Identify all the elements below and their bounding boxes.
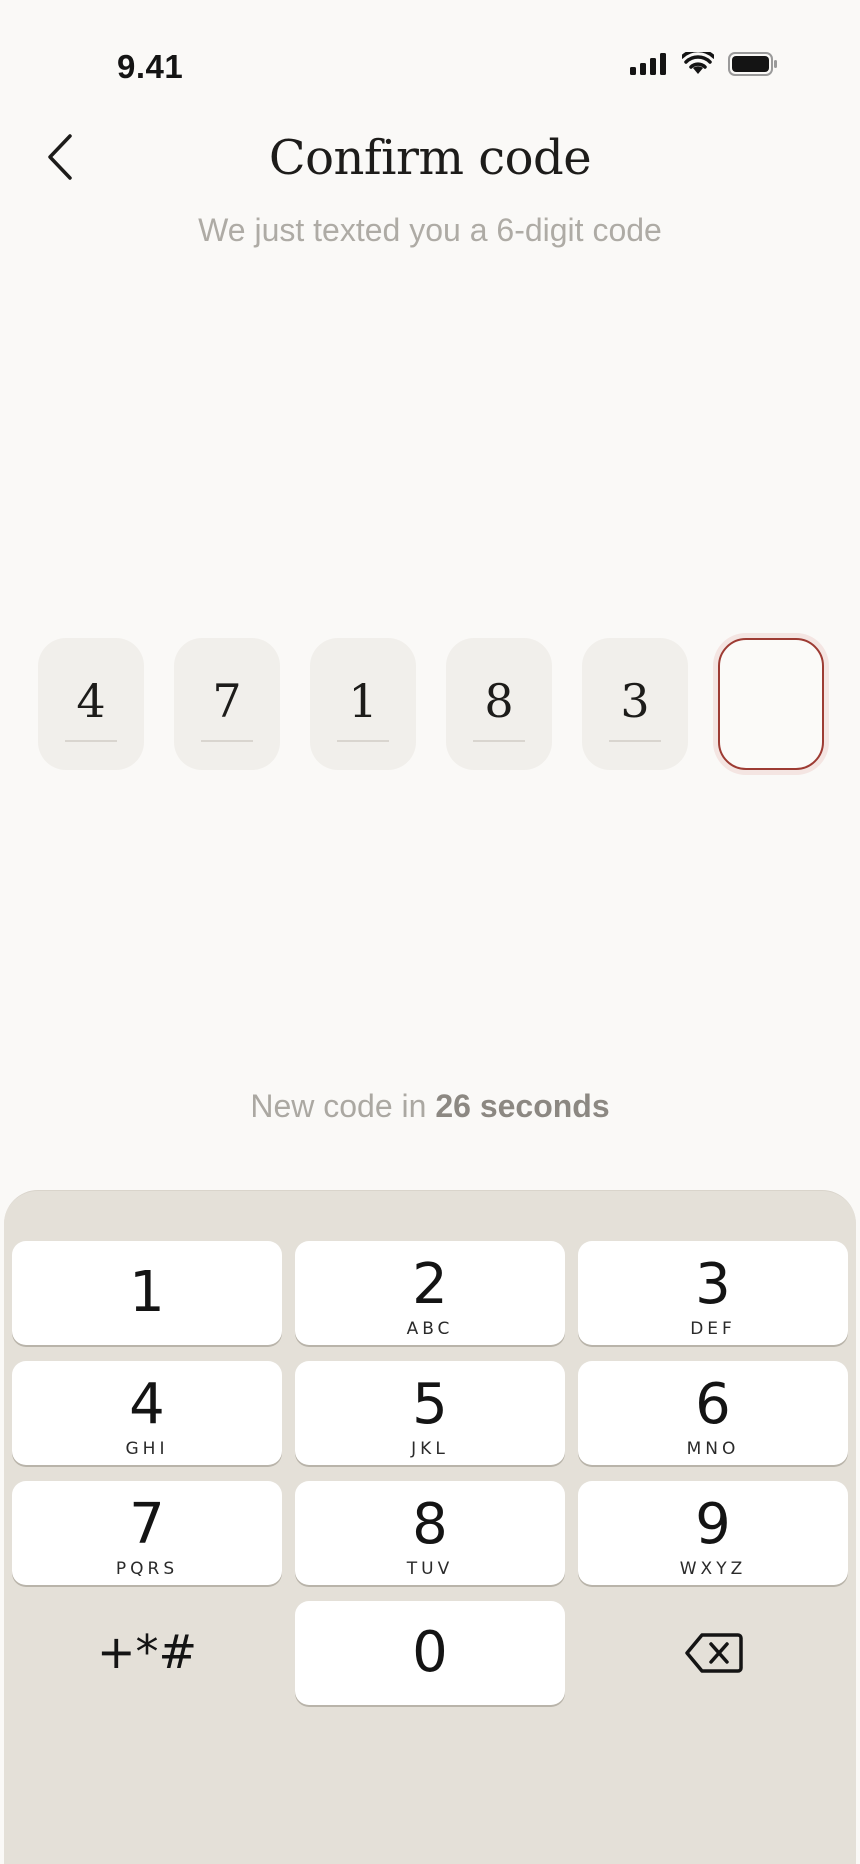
key-number: 2 [412,1252,448,1317]
key-letters: DEF [690,1319,736,1339]
key-7[interactable]: 7 PQRS [12,1481,282,1585]
key-letters: MNO [686,1439,740,1459]
code-digit: 4 [76,674,106,728]
resend-seconds: 26 seconds [435,1088,610,1124]
page-subtitle: We just texted you a 6-digit code [198,212,662,248]
wifi-icon [682,52,714,74]
status-icons [630,52,778,76]
key-number: 4 [129,1372,165,1437]
code-digit: 1 [348,674,378,728]
digit-underline [337,740,389,742]
key-1[interactable]: 1 [12,1241,282,1345]
key-number: 8 [412,1492,448,1557]
key-4[interactable]: 4 GHI [12,1361,282,1465]
key-number: 5 [412,1372,448,1437]
digit-underline [201,740,253,742]
code-digit-box-5[interactable]: 3 [582,638,688,770]
backspace-button[interactable] [578,1601,848,1705]
key-letters: WXYZ [679,1559,747,1579]
key-number: 3 [695,1252,731,1317]
code-digit-box-2[interactable]: 7 [174,638,280,770]
key-letters: TUV [406,1559,454,1579]
cellular-signal-icon [630,53,666,75]
key-letters: GHI [125,1439,169,1459]
code-input-row[interactable]: 4 7 1 8 3 [38,638,824,770]
resend-countdown: New code in 26 seconds [0,1088,860,1125]
numeric-keypad: 1 2 ABC 3 DEF 4 GHI 5 JKL 6 MNO 7 PQRS 8… [4,1190,856,1864]
key-2[interactable]: 2 ABC [295,1241,565,1345]
code-digit: 7 [212,674,242,728]
code-digit: 3 [620,674,650,728]
status-time: 9.41 [117,48,184,85]
digit-underline [609,740,661,742]
code-digit: 8 [484,674,514,728]
key-6[interactable]: 6 MNO [578,1361,848,1465]
key-number: 6 [695,1372,731,1437]
key-number: 9 [695,1492,731,1557]
key-0[interactable]: 0 [295,1601,565,1705]
backspace-icon [685,1633,743,1673]
key-8[interactable]: 8 TUV [295,1481,565,1585]
battery-icon [728,52,777,76]
symbols-label: +*# [96,1625,198,1679]
code-digit-box-6-active[interactable] [718,638,824,770]
resend-prefix: New code in [250,1088,436,1124]
key-number: 1 [129,1260,165,1325]
code-digit-box-1[interactable]: 4 [38,638,144,770]
key-5[interactable]: 5 JKL [295,1361,565,1465]
confirm-code-screen: 9.41 Confirm code We just texted you a 6… [0,0,860,1864]
key-symbols[interactable]: +*# [12,1601,282,1705]
key-9[interactable]: 9 WXYZ [578,1481,848,1585]
key-3[interactable]: 3 DEF [578,1241,848,1345]
key-number: 7 [129,1492,165,1557]
key-letters: PQRS [115,1559,179,1579]
digit-underline [473,740,525,742]
page-title: Confirm code [268,130,592,186]
code-digit-box-3[interactable]: 1 [310,638,416,770]
key-letters: JKL [411,1439,449,1459]
key-number: 0 [412,1620,448,1685]
digit-underline [65,740,117,742]
code-digit-box-4[interactable]: 8 [446,638,552,770]
key-letters: ABC [406,1319,454,1339]
